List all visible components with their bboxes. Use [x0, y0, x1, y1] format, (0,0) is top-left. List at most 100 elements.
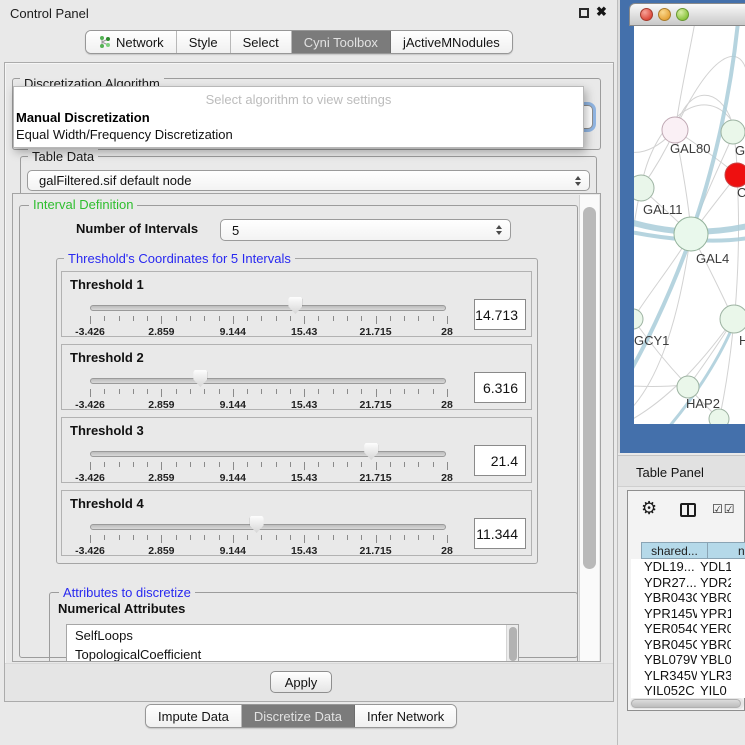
- table-row[interactable]: YIL052CYIL0: [631, 683, 745, 698]
- attribute-list-item[interactable]: TopologicalCoefficient: [75, 646, 518, 663]
- table-row[interactable]: YLR345WYLR3: [631, 668, 745, 684]
- tick-label: 21.715: [360, 472, 392, 484]
- threshold-1-slider-thumb[interactable]: [288, 297, 302, 314]
- tab-infer-network[interactable]: Infer Network: [355, 705, 456, 727]
- cell-name: YPR1: [697, 606, 731, 621]
- list-scrollbar[interactable]: [506, 625, 518, 662]
- select-columns-icon[interactable]: ☑☑: [712, 502, 736, 516]
- attribute-list-item[interactable]: SelfLoops: [75, 627, 518, 646]
- list-scrollbar-thumb[interactable]: [509, 627, 517, 661]
- network-edge[interactable]: [634, 188, 641, 316]
- table-data-group-title: Table Data: [28, 149, 98, 164]
- table-row[interactable]: YPR145WYPR1: [631, 606, 745, 622]
- network-edge[interactable]: [675, 56, 745, 130]
- settings-scrollbar[interactable]: [579, 195, 599, 662]
- network-node[interactable]: [709, 409, 729, 424]
- network-node[interactable]: [662, 117, 688, 143]
- cell-name: YBL0: [697, 652, 731, 667]
- node-label: GAL80: [670, 141, 710, 156]
- numerical-attributes-label: Numerical Attributes: [58, 601, 185, 616]
- threshold-2-slider-thumb[interactable]: [193, 370, 207, 387]
- slider-ticks: -3.4262.8599.14415.4321.71528: [90, 462, 447, 470]
- tab-impute-data[interactable]: Impute Data: [146, 705, 242, 727]
- tab-discretize-data[interactable]: Discretize Data: [242, 705, 355, 727]
- cell-shared-name: YLR345W: [631, 668, 697, 683]
- column-header-shared-name[interactable]: shared...: [641, 542, 708, 559]
- interval-definition-group-title: Interval Definition: [29, 197, 137, 212]
- table-panel: Table Panel ⚙ ☑☑ shared... name YDL19...…: [618, 453, 745, 745]
- application-window: Control Panel ✖ NetworkStyleSelectCyni T…: [0, 0, 745, 745]
- tab-cyni-toolbox[interactable]: Cyni Toolbox: [292, 31, 391, 53]
- threshold-3-slider-thumb[interactable]: [364, 443, 378, 460]
- table-data-combobox[interactable]: galFiltered.sif default node: [27, 170, 590, 191]
- tick-label: 21.715: [360, 399, 392, 411]
- table-row[interactable]: YBL079WYBL0: [631, 652, 745, 668]
- table-row[interactable]: YDL19...YDL1: [631, 559, 745, 575]
- tab-label: Select: [243, 35, 279, 50]
- network-window-titlebar[interactable]: [629, 3, 745, 26]
- column-header-name[interactable]: name: [708, 542, 745, 559]
- number-of-intervals-combobox[interactable]: 5: [220, 219, 511, 241]
- algorithm-option-equal-width[interactable]: Equal Width/Frequency Discretization: [16, 127, 233, 142]
- algorithm-option-manual[interactable]: Manual Discretization: [16, 110, 150, 125]
- threshold-4-value-field[interactable]: 11.344: [474, 518, 526, 549]
- network-node[interactable]: [720, 305, 745, 333]
- tab-style[interactable]: Style: [177, 31, 231, 53]
- threshold-2-box: Threshold 2 -3.4262.8599.14415.4321.7152…: [61, 344, 532, 410]
- table-panel-title: Table Panel: [636, 465, 704, 480]
- columns-icon[interactable]: [680, 503, 696, 517]
- network-canvas[interactable]: GAL80GGAL11CGAL4GCY1HHAP2: [634, 26, 745, 424]
- close-window-icon[interactable]: [640, 8, 653, 21]
- tab-label: Infer Network: [367, 709, 444, 724]
- gear-icon[interactable]: ⚙: [641, 498, 657, 519]
- zoom-window-icon[interactable]: [676, 8, 689, 21]
- apply-button[interactable]: Apply: [270, 671, 332, 693]
- threshold-2-value-field[interactable]: 6.316: [474, 372, 526, 403]
- tab-select[interactable]: Select: [231, 31, 292, 53]
- network-node[interactable]: [725, 163, 745, 187]
- threshold-4-slider-thumb[interactable]: [250, 516, 264, 533]
- table-row[interactable]: YBR045CYBR0: [631, 637, 745, 653]
- algorithm-hint-item: Select algorithm to view settings: [14, 92, 583, 107]
- float-panel-icon[interactable]: [579, 8, 589, 18]
- table-horizontal-scrollbar-thumb[interactable]: [631, 699, 741, 708]
- close-panel-icon[interactable]: ✖: [596, 4, 607, 20]
- tick-label: 28: [441, 545, 453, 557]
- threshold-2-slider-track[interactable]: [90, 378, 446, 384]
- threshold-2-label: Threshold 2: [70, 350, 144, 365]
- tab-network[interactable]: Network: [86, 31, 177, 53]
- cell-shared-name: YBR045C: [631, 637, 697, 652]
- table-row[interactable]: YBR043CYBR0: [631, 590, 745, 606]
- network-node[interactable]: [721, 120, 745, 144]
- settings-scrollbar-thumb[interactable]: [583, 207, 596, 569]
- tick-label: -3.426: [75, 472, 105, 484]
- tick-label: 9.144: [220, 326, 246, 338]
- tab-jactivemnodules[interactable]: jActiveMNodules: [391, 31, 512, 53]
- cell-shared-name: YDL19...: [631, 559, 697, 574]
- threshold-3-slider-track[interactable]: [90, 451, 446, 457]
- threshold-1-slider-track[interactable]: [90, 305, 446, 311]
- control-panel-tabs: NetworkStyle Select Cyni ToolboxjActiveMNo…: [85, 30, 513, 54]
- tick-label: 28: [441, 399, 453, 411]
- network-node[interactable]: [674, 217, 708, 251]
- cyni-mode-tabs: Impute Data Discretize Data Infer Network: [145, 704, 457, 728]
- slider-ticks: -3.4262.8599.14415.4321.71528: [90, 316, 447, 324]
- table-row[interactable]: YDR27...YDR2: [631, 575, 745, 591]
- table-row[interactable]: YER054CYER0: [631, 621, 745, 637]
- tick-label: 28: [441, 326, 453, 338]
- node-label: GAL4: [696, 251, 729, 266]
- threshold-4-slider-track[interactable]: [90, 524, 446, 530]
- threshold-3-value-field[interactable]: 21.4: [474, 445, 526, 476]
- network-node[interactable]: [677, 376, 699, 398]
- table-horizontal-scrollbar[interactable]: [630, 698, 744, 709]
- tick-label: 15.43: [291, 326, 317, 338]
- combo-arrows-icon: [575, 176, 581, 186]
- threshold-1-value-field[interactable]: 14.713: [474, 299, 526, 330]
- network-view-window: GAL80GGAL11CGAL4GCY1HHAP2: [620, 0, 745, 453]
- algorithm-dropdown-popup: Select algorithm to view settings Manual…: [13, 86, 584, 148]
- node-label: G: [735, 143, 745, 158]
- minimize-window-icon[interactable]: [658, 8, 671, 21]
- threshold-1-box: Threshold 1 -3.4262.8599.14415.4321.7152…: [61, 271, 532, 337]
- tab-label: Discretize Data: [254, 709, 342, 724]
- network-node[interactable]: [634, 309, 643, 329]
